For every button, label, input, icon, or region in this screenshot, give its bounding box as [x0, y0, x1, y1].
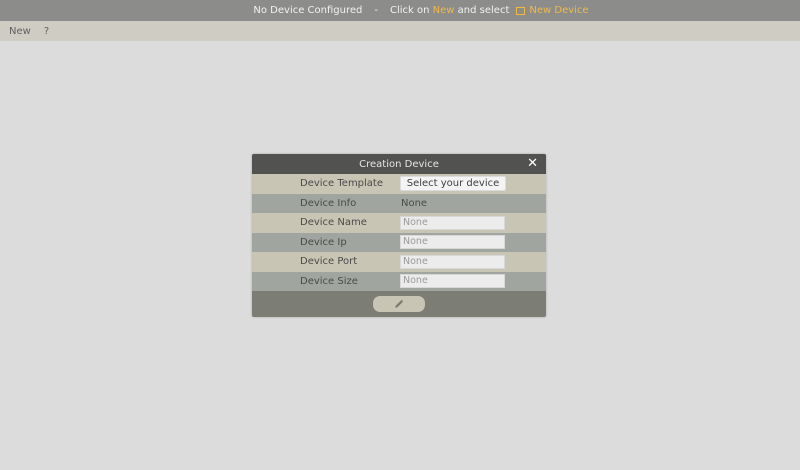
row-device-template: Device Template Select your device — [252, 174, 546, 194]
device-ip-label: Device Ip — [300, 236, 347, 248]
close-icon[interactable]: ✕ — [527, 156, 538, 172]
hint-click-on: Click on — [390, 5, 430, 16]
dialog-title: Creation Device — [359, 158, 439, 170]
select-device-button[interactable]: Select your device — [400, 176, 506, 192]
row-device-name: Device Name None — [252, 213, 546, 233]
row-device-info: Device Info None — [252, 193, 546, 213]
creation-device-dialog: Creation Device ✕ Device Template Select… — [252, 154, 546, 317]
no-device-status: No Device Configured — [253, 5, 363, 16]
top-status-bar: No Device Configured - Click on New and … — [0, 0, 800, 21]
device-template-label: Device Template — [300, 178, 384, 190]
row-device-size: Device Size None — [252, 271, 546, 291]
menu-help[interactable]: ? — [31, 26, 49, 37]
menu-new[interactable]: New — [0, 26, 31, 37]
menu-bar: New ? — [0, 21, 800, 41]
status-separator: - — [374, 5, 378, 16]
edit-button[interactable] — [373, 296, 425, 312]
hint-and-select: and select — [457, 5, 510, 16]
hint-new-device-link[interactable]: New Device — [529, 5, 588, 16]
device-info-label: Device Info — [300, 197, 357, 209]
device-name-label: Device Name — [300, 217, 367, 229]
device-info-value: None — [401, 197, 428, 209]
device-ip-input[interactable]: None — [400, 235, 505, 250]
row-device-port: Device Port None — [252, 252, 546, 272]
device-size-label: Device Size — [300, 275, 358, 287]
row-device-ip: Device Ip None — [252, 232, 546, 252]
hint-new-link[interactable]: New — [433, 5, 455, 16]
device-size-input[interactable]: None — [400, 274, 505, 289]
device-port-input[interactable]: None — [400, 254, 505, 269]
device-port-label: Device Port — [300, 256, 358, 268]
device-name-input[interactable]: None — [400, 215, 505, 230]
new-device-icon — [516, 6, 526, 15]
dialog-header: Creation Device ✕ — [252, 154, 546, 174]
pencil-icon — [395, 299, 404, 308]
dialog-footer — [252, 291, 546, 317]
